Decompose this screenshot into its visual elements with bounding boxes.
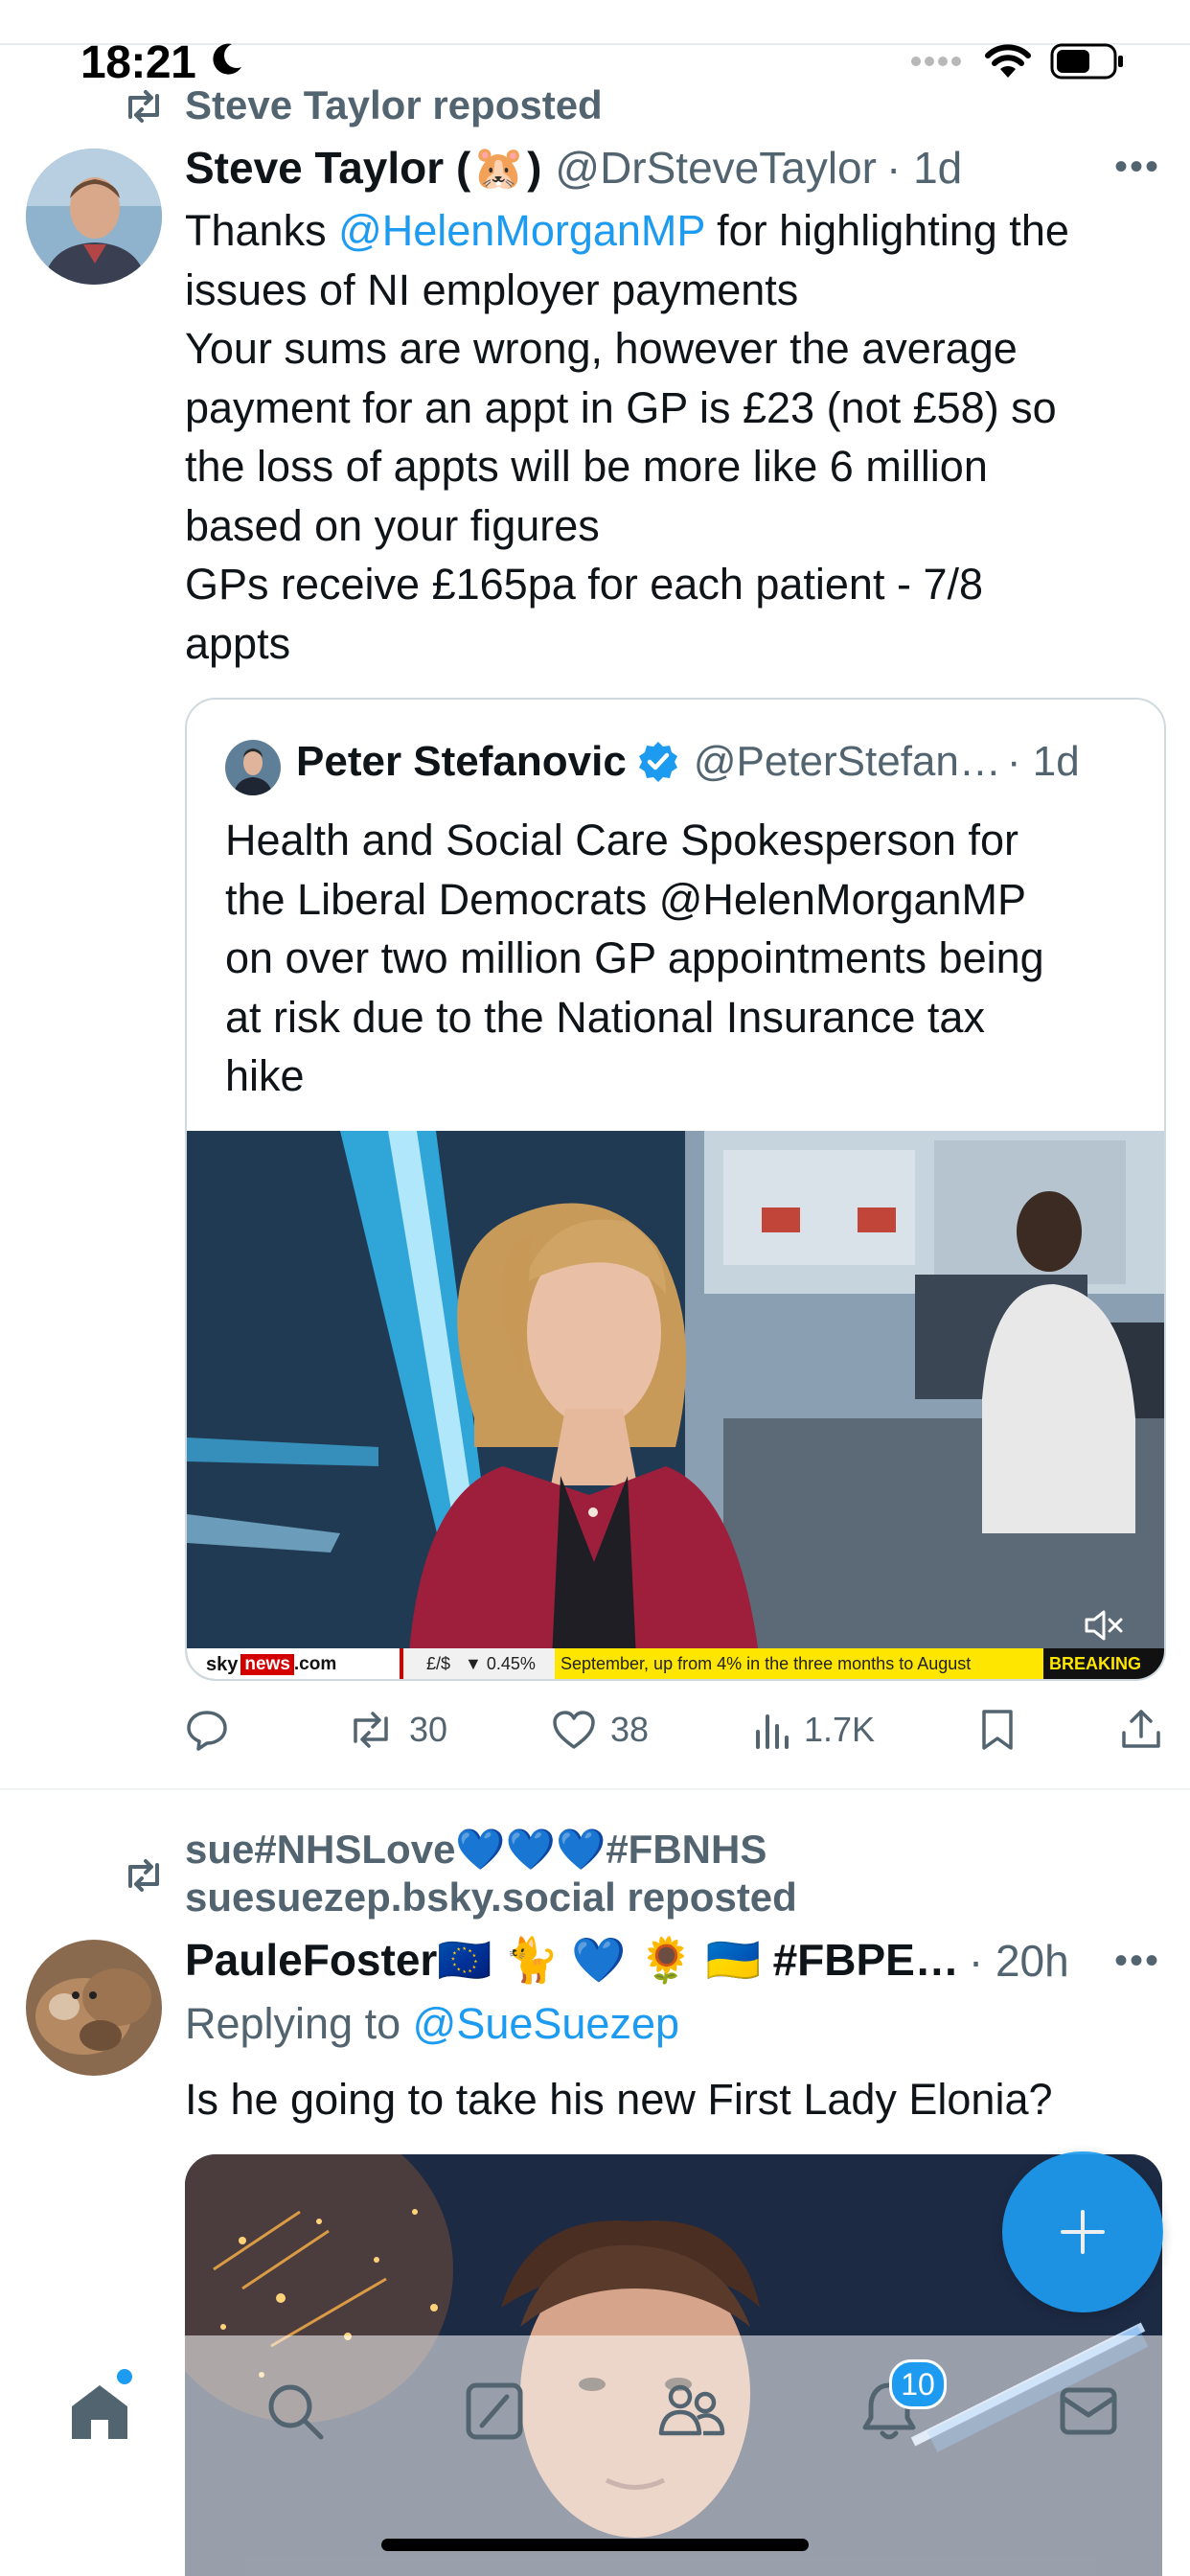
- home-indicator: [381, 2539, 809, 2551]
- ticker-headline: September, up from 4% in the three month…: [561, 1654, 972, 1673]
- avatar-portrait: [26, 149, 162, 285]
- tweet2-header: PauleFoster🇪🇺 🐈 💙 🌻 🇺🇦 #FBPE… · 20h: [185, 1934, 1069, 1987]
- home-icon: [72, 2385, 127, 2439]
- more-options-icon[interactable]: •••: [1114, 1940, 1160, 1983]
- body-line: Your sums are wrong, however the average: [185, 324, 1018, 373]
- tweet1-body: Thanks @HelenMorganMP for highlighting t…: [185, 201, 1162, 673]
- home-new-dot: [117, 2369, 132, 2384]
- nav-grok[interactable]: [458, 2375, 531, 2448]
- replying-to: Replying to @SueSuezep: [185, 1999, 679, 2049]
- news-text: news: [240, 1654, 294, 1675]
- quoted-tweet-card[interactable]: Peter Stefanovic @PeterStefan… · 1d Heal…: [185, 698, 1166, 1681]
- avatar-paule-foster[interactable]: [26, 1940, 162, 2076]
- repost-icon: [128, 90, 159, 123]
- body-line: the loss of appts will be more like 6 mi…: [185, 442, 988, 491]
- body-line: based on your figures: [185, 500, 600, 550]
- body-line-1: Thanks @HelenMorganMP for highlighting t…: [185, 201, 1162, 261]
- repost-icon: [128, 1859, 159, 1892]
- nav-search[interactable]: [259, 2375, 332, 2448]
- share-button[interactable]: [1120, 1708, 1162, 1752]
- sky-news-logo: sky news .com: [206, 1653, 336, 1676]
- repost-label-line2: suesuezep.bsky.social reposted: [185, 1874, 797, 1920]
- verified-badge-icon: [638, 742, 677, 782]
- wifi-icon: [985, 44, 1031, 78]
- compose-button[interactable]: [1002, 2151, 1163, 2312]
- status-indicators: [910, 42, 1125, 80]
- reply-icon: [187, 1711, 227, 1751]
- views-button[interactable]: 1.7K: [752, 1709, 875, 1751]
- tweet-time[interactable]: · 20h: [969, 1935, 1069, 1987]
- quote-line: on over two million GP appointments bein…: [225, 933, 1044, 982]
- do-not-disturb-moon-icon: [213, 43, 241, 75]
- body-line: payment for an appt in GP is £23 (not £5…: [185, 382, 1057, 432]
- quote-author-handle: @PeterStefan…: [693, 738, 1001, 785]
- like-button[interactable]: 38: [551, 1709, 649, 1751]
- repost-count: 30: [408, 1710, 448, 1749]
- view-count: 1.7K: [804, 1710, 876, 1749]
- views-chart-icon: [756, 1714, 789, 1749]
- grok-icon: [466, 2382, 523, 2440]
- ticker-currency: £/$: [426, 1654, 451, 1673]
- dotcom-text: .com: [293, 1654, 337, 1674]
- quote-header: Peter Stefanovic @PeterStefan… · 1d: [296, 738, 1080, 786]
- quote-body: Health and Social Care Spokesperson for …: [225, 811, 1145, 1106]
- notifications-badge: 10: [889, 2359, 947, 2409]
- sky-text: sky: [206, 1653, 239, 1675]
- share-icon: [1122, 1710, 1160, 1748]
- body-line: issues of NI employer payments: [185, 264, 799, 314]
- body-line: appts: [185, 618, 291, 668]
- tweet2-body: Is he going to take his new First Lady E…: [185, 2075, 1053, 2124]
- repost-button[interactable]: 30: [346, 1709, 447, 1751]
- avatar-steve-taylor[interactable]: [26, 149, 162, 285]
- quote-video[interactable]: sky news .com £/$ ▼ 0.45% September, up …: [187, 1131, 1164, 1679]
- quote-line: at risk due to the National Insurance ta…: [225, 992, 985, 1042]
- quote-line: the Liberal Democrats @HelenMorganMP: [225, 874, 1027, 924]
- nav-messages[interactable]: [1052, 2375, 1125, 2448]
- quote-line: Health and Social Care Spokesperson for: [225, 816, 1018, 864]
- video-frame-news-interview: [187, 1131, 1164, 1679]
- avatar-peter-stefanovic: [225, 740, 281, 795]
- bookmark-button[interactable]: [978, 1708, 1017, 1752]
- tweet-time[interactable]: · 1d: [886, 142, 962, 194]
- replying-prefix: Replying to: [185, 1999, 413, 2048]
- plus-icon: [1061, 2210, 1105, 2254]
- repost-icon: [354, 1712, 388, 1748]
- more-options-icon[interactable]: •••: [1114, 146, 1160, 189]
- tweet1-actions: 30 38 1.7K: [185, 1696, 1162, 1763]
- body-line: GPs receive £165pa for each patient - 7/…: [185, 560, 984, 609]
- reply-button[interactable]: [185, 1709, 242, 1751]
- repost-label[interactable]: Steve Taylor reposted: [185, 82, 603, 128]
- author-handle[interactable]: @DrSteveTaylor: [555, 142, 877, 194]
- quote-line: hike: [225, 1051, 305, 1100]
- cellular-signal-icon: [911, 57, 961, 66]
- repost-label[interactable]: sue#NHSLove💙💙💙#FBNHS suesuezep.bsky.soci…: [185, 1826, 797, 1921]
- nav-notifications[interactable]: 10: [853, 2359, 947, 2448]
- ticker-breaking: BREAKING: [1049, 1654, 1142, 1673]
- repost-label-line1: sue#NHSLove💙💙💙#FBNHS: [185, 1827, 767, 1872]
- mention-helenmorganmp[interactable]: @HelenMorganMP: [338, 206, 705, 255]
- bookmark-icon: [982, 1710, 1013, 1750]
- author-name[interactable]: PauleFoster🇪🇺 🐈 💙 🌻 🇺🇦 #FBPE…: [185, 1934, 959, 1987]
- author-name-suffix: ): [527, 143, 542, 193]
- author-name[interactable]: Steve Taylor (: [185, 142, 470, 194]
- heart-icon: [553, 1711, 595, 1749]
- nav-communities[interactable]: [655, 2375, 728, 2448]
- body-text: for highlighting the: [704, 206, 1069, 255]
- tweet1-header: Steve Taylor ( 🐹 ) @DrSteveTaylor · 1d: [185, 142, 962, 194]
- search-icon: [268, 2384, 324, 2440]
- avatar-portrait: [225, 740, 281, 795]
- avatar-cats: [26, 1940, 162, 2076]
- like-count: 38: [609, 1710, 650, 1749]
- mail-icon: [1060, 2387, 1117, 2435]
- communities-icon: [658, 2384, 725, 2436]
- quote-author-name: Peter Stefanovic: [296, 738, 627, 785]
- body-text: Thanks: [185, 206, 339, 255]
- hamster-emoji: 🐹: [472, 145, 526, 192]
- muted-volume-icon[interactable]: [1083, 1608, 1125, 1643]
- mention-suesuezep[interactable]: @SueSuezep: [413, 1999, 679, 2048]
- nav-home[interactable]: [63, 2369, 136, 2448]
- battery-icon: [1050, 43, 1123, 80]
- quote-time: · 1d: [1006, 738, 1080, 785]
- ticker-change: ▼ 0.45%: [465, 1654, 536, 1673]
